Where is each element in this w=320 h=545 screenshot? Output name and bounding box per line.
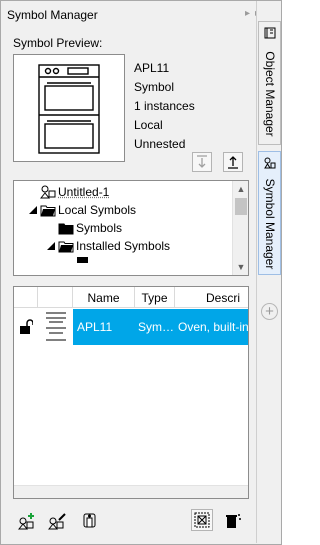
symbol-manager-icon xyxy=(264,157,276,169)
convert-symbol-icon xyxy=(83,513,96,528)
symbol-preview xyxy=(13,54,125,162)
tab-symbol-manager[interactable]: Symbol Manager xyxy=(258,151,281,275)
tree-item-label: Installed Symbols xyxy=(76,239,171,253)
list-horizontal-scrollbar[interactable] xyxy=(14,485,248,498)
tree-item-document[interactable]: Untitled-1 xyxy=(40,183,109,201)
oven-thumbnail-icon xyxy=(45,312,66,341)
folder-icon xyxy=(58,223,74,234)
lock-cell[interactable] xyxy=(14,309,38,345)
column-header-description[interactable]: Descri xyxy=(175,287,248,308)
symbol-manager-panel: Symbol Manager ▸▸✕ Symbol Preview: APL11… xyxy=(1,1,273,543)
edit-symbol-icon xyxy=(48,513,66,530)
column-header-lock[interactable] xyxy=(14,287,38,308)
add-docker-icon[interactable]: + xyxy=(261,303,278,320)
symbol-document-icon xyxy=(40,185,56,199)
tree-item-label: Symbols xyxy=(76,221,123,235)
tree-item-symbols[interactable]: Symbols xyxy=(58,219,122,237)
symbol-name: APL11 xyxy=(134,61,170,75)
add-to-library-icon xyxy=(18,513,34,530)
title-bar: Symbol Manager ▸▸✕ xyxy=(1,1,273,27)
symbol-nesting: Unnested xyxy=(134,137,186,151)
list-header: Name Type Descri xyxy=(14,287,248,308)
export-button[interactable] xyxy=(223,152,243,172)
folder-open-icon xyxy=(40,205,56,216)
purge-icon xyxy=(226,514,241,528)
row-type-cell: Sym… xyxy=(135,309,175,345)
symbol-preview-label: Symbol Preview: xyxy=(13,36,103,50)
symbol-list[interactable]: Name Type Descri APL11 Sym… Oven, built-… xyxy=(13,286,249,499)
panel-title: Symbol Manager xyxy=(7,8,98,22)
column-header-type[interactable]: Type xyxy=(135,287,175,308)
tree-item-local-symbols[interactable]: Local Symbols xyxy=(28,201,136,219)
symbol-type: Symbol xyxy=(134,80,175,94)
unlocked-padlock-icon[interactable] xyxy=(19,319,33,335)
oven-preview-image xyxy=(38,64,100,154)
scroll-up-icon[interactable]: ▲ xyxy=(233,181,248,197)
purge-button[interactable] xyxy=(223,511,243,531)
tree-item-label: Untitled-1 xyxy=(58,185,110,199)
column-header-thumbnail[interactable] xyxy=(38,287,73,308)
tab-label: Symbol Manager xyxy=(262,178,277,270)
thumbnail-cell xyxy=(38,309,73,345)
select-symbols-button[interactable] xyxy=(191,509,213,531)
scrollbar-thumb[interactable] xyxy=(235,198,247,215)
column-header-name[interactable]: Name xyxy=(73,287,135,308)
folder-icon xyxy=(77,257,88,263)
edit-symbol-button[interactable] xyxy=(47,511,67,531)
symbol-instances: 1 instances xyxy=(134,99,195,113)
table-row[interactable]: APL11 Sym… Oven, built-in, xyxy=(14,309,248,345)
import-button[interactable] xyxy=(192,152,212,172)
convert-to-objects-button[interactable] xyxy=(80,511,100,531)
tab-object-manager[interactable]: Object Manager xyxy=(258,21,281,145)
tree-item-installed-symbols[interactable]: Installed Symbols xyxy=(46,237,170,255)
tree-item-label: Local Symbols xyxy=(58,203,137,217)
export-arrow-icon xyxy=(228,156,238,169)
tab-label: Object Manager xyxy=(262,51,277,137)
symbol-location: Local xyxy=(134,118,163,132)
symbol-info: APL11 Symbol 1 instances Local Unnested xyxy=(134,59,195,154)
row-description-cell: Oven, built-in, xyxy=(175,309,248,345)
row-name-cell: APL11 xyxy=(73,309,135,345)
import-arrow-icon xyxy=(197,155,207,168)
docker-tab-strip: Object Manager Symbol Manager + xyxy=(256,1,281,543)
tree-scrollbar[interactable]: ▲ ▼ xyxy=(232,181,248,275)
expanded-triangle-icon[interactable] xyxy=(46,241,56,251)
library-tree[interactable]: Untitled-1 Local Symbols Symbols Install… xyxy=(13,180,249,276)
expanded-triangle-icon[interactable] xyxy=(28,205,38,215)
select-symbols-icon xyxy=(194,512,210,528)
folder-open-icon xyxy=(58,241,74,252)
object-manager-icon xyxy=(264,27,276,39)
scroll-down-icon[interactable]: ▼ xyxy=(233,259,248,275)
add-to-library-button[interactable] xyxy=(17,511,37,531)
